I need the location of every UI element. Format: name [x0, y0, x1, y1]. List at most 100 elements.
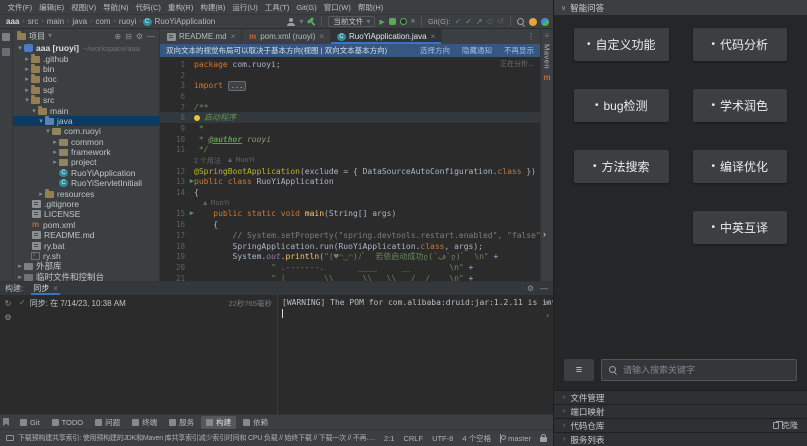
section-服务列表[interactable]: ›服务列表 — [554, 432, 807, 446]
banner-action-选择方向[interactable]: 选择方向 — [420, 45, 450, 56]
tab-options-icon[interactable]: ⋮ — [522, 29, 540, 44]
console-settings-icon[interactable]: ⚙ — [527, 284, 534, 293]
line-ending[interactable]: CRLF — [403, 434, 423, 443]
search-everywhere-icon[interactable] — [517, 18, 525, 26]
tree-item-ruoyiservletinitiali[interactable]: CRuoYiServletInitiali — [13, 178, 159, 188]
run-line-icon[interactable]: ▶ — [190, 209, 194, 217]
breadcrumb-item-src[interactable]: src — [26, 17, 41, 26]
toolwindow-button-构建[interactable]: 构建 — [201, 416, 236, 429]
tree-item-gitignore[interactable]: .gitignore — [13, 199, 159, 209]
toolwindow-button-todo[interactable]: TODO — [47, 416, 89, 429]
plugin-icon[interactable] — [541, 18, 549, 26]
coverage-button[interactable] — [400, 18, 407, 25]
breadcrumb-item-aaa[interactable]: aaa — [4, 17, 21, 26]
build-hammer-icon[interactable] — [307, 18, 315, 26]
menu-item-导航-n[interactable]: 导航(N) — [100, 2, 132, 13]
clone-button[interactable]: 克隆 — [773, 420, 798, 431]
intention-bulb-icon[interactable] — [194, 115, 200, 121]
tree-item-java[interactable]: ▾java — [13, 116, 159, 126]
run-line-icon[interactable]: ▶ — [190, 177, 194, 185]
toolwindow-button-服务[interactable]: 服务 — [164, 416, 199, 429]
editor-tab-ruoyiapplication-java[interactable]: CRuoYiApplication.java× — [331, 29, 442, 44]
tree-item-com-ruoyi[interactable]: ▾com.ruoyi — [13, 126, 159, 136]
bookmark-icon[interactable] — [3, 418, 9, 426]
assistant-button-方法搜索[interactable]: •方法搜索 — [574, 150, 669, 183]
toolwindow-button-问题[interactable]: 问题 — [90, 416, 125, 429]
tree-item-ry-bat[interactable]: ry.bat — [13, 240, 159, 250]
tree-item-framework[interactable]: ▸framework — [13, 147, 159, 157]
stop-button[interactable]: ■ — [411, 18, 415, 25]
chevron-right-icon[interactable]: ▸ — [16, 273, 24, 281]
resync-icon[interactable]: ↻ — [5, 299, 12, 308]
tree-item-临时文件和控制台[interactable]: ▸临时文件和控制台 — [13, 272, 159, 281]
debug-button[interactable] — [389, 18, 396, 25]
breadcrumb-item-ruoyiapplication[interactable]: RuoYiApplication — [153, 17, 218, 26]
menu-item-运行-u[interactable]: 运行(U) — [229, 2, 261, 13]
menu-item-视图-v[interactable]: 视图(V) — [68, 2, 100, 13]
toolwindow-button-git[interactable]: Git — [15, 416, 45, 429]
console-output[interactable]: [WARNING] The POM for com.alibaba:druid:… — [278, 295, 553, 414]
menu-item-编辑-e[interactable]: 编辑(E) — [36, 2, 68, 13]
assistant-button-代码分析[interactable]: •代码分析 — [693, 28, 788, 61]
code-line[interactable]: 20 " .-------. ____ __ \n" + — [160, 262, 540, 273]
tree-item-common[interactable]: ▸common — [13, 137, 159, 147]
menu-item-窗口-w[interactable]: 窗口(W) — [320, 2, 354, 13]
assistant-header[interactable]: ∨ 智能问答 — [554, 0, 807, 15]
tree-item-sql[interactable]: ▸sql — [13, 85, 159, 95]
editor-tab-readme-md[interactable]: README.md× — [160, 29, 242, 44]
git-branch-widget[interactable]: master — [500, 434, 531, 443]
commit-stripe-icon[interactable] — [2, 48, 10, 56]
banner-action-隐藏通知[interactable]: 隐藏通知 — [462, 45, 492, 56]
run-button[interactable]: ▶ — [379, 18, 384, 26]
tree-item-pom-xml[interactable]: mpom.xml — [13, 220, 159, 230]
section-文件管理[interactable]: ›文件管理 — [554, 390, 807, 404]
code-line[interactable]: 10 * @author ruoyi — [160, 134, 540, 145]
git-update-icon[interactable]: ✓ — [454, 18, 461, 26]
chevron-right-icon[interactable]: ▸ — [23, 86, 31, 94]
scroll-to-end-icon[interactable]: › — [545, 311, 550, 320]
assistant-button-编译优化[interactable]: •编译优化 — [693, 150, 788, 183]
toolwindow-button-依赖[interactable]: 依赖 — [238, 416, 273, 429]
chevron-right-icon[interactable]: ▸ — [37, 190, 45, 198]
banner-action-不再显示[interactable]: 不再显示 — [504, 45, 534, 56]
chevron-down-icon[interactable]: ▾ — [16, 44, 24, 52]
git-push-icon[interactable]: ↗ — [476, 18, 483, 26]
console-filter-icon[interactable]: ⚙ — [4, 313, 11, 322]
menu-item-git-g[interactable]: Git(G) — [293, 3, 320, 12]
menu-item-构建-b[interactable]: 构建(B) — [197, 2, 229, 13]
chevron-down-icon[interactable]: ▾ — [37, 117, 45, 125]
user-account-icon[interactable] — [287, 18, 295, 26]
code-line[interactable]: 7/** — [160, 102, 540, 113]
breadcrumb-item-main[interactable]: main — [45, 17, 66, 26]
menu-item-文件-f[interactable]: 文件(F) — [4, 2, 36, 13]
code-line[interactable]: 9 * — [160, 123, 540, 134]
assistant-button-学术润色[interactable]: •学术润色 — [693, 89, 788, 122]
user-dropdown-icon[interactable]: ▾ — [299, 18, 303, 26]
code-line[interactable]: 16 { — [160, 219, 540, 230]
menu-item-重构-r[interactable]: 重构(R) — [164, 2, 196, 13]
close-icon[interactable]: × — [431, 32, 436, 41]
project-panel-title[interactable]: 项目 — [29, 31, 45, 42]
code-line[interactable]: 17 // System.setProperty("spring.devtool… — [160, 230, 540, 241]
notifications-stripe-icon[interactable]: ≡ — [545, 32, 550, 40]
code-line[interactable]: 2 — [160, 70, 540, 81]
tree-item-license[interactable]: LICENSE — [13, 209, 159, 219]
tree-item-readme-md[interactable]: README.md — [13, 230, 159, 240]
maven-toolwindow-button[interactable]: Maven — [543, 44, 552, 69]
chevron-right-icon[interactable]: ▸ — [51, 138, 59, 146]
chevron-right-icon[interactable]: ▸ — [51, 158, 59, 166]
tree-item-doc[interactable]: ▸doc — [13, 74, 159, 84]
section-端口映射[interactable]: ›端口映射 — [554, 404, 807, 418]
close-icon[interactable]: × — [53, 284, 58, 293]
soft-wrap-icon[interactable]: ≡ — [545, 298, 550, 307]
sync-tab[interactable]: 同步 × — [31, 282, 60, 295]
locate-file-icon[interactable]: ⊕ — [114, 32, 121, 41]
code-line[interactable]: 11 */ — [160, 145, 540, 156]
breadcrumb-item-com[interactable]: com — [93, 17, 112, 26]
chevron-right-icon[interactable]: ▸ — [23, 75, 31, 83]
tree-item-project[interactable]: ▸project — [13, 157, 159, 167]
assistant-button-中英互译[interactable]: •中英互译 — [693, 211, 788, 244]
panel-settings-icon[interactable]: ⚙ — [136, 32, 143, 41]
code-editor[interactable]: 正在分析... 1package com.ruoyi;23import ...6… — [160, 57, 540, 281]
project-stripe-icon[interactable] — [2, 33, 10, 41]
